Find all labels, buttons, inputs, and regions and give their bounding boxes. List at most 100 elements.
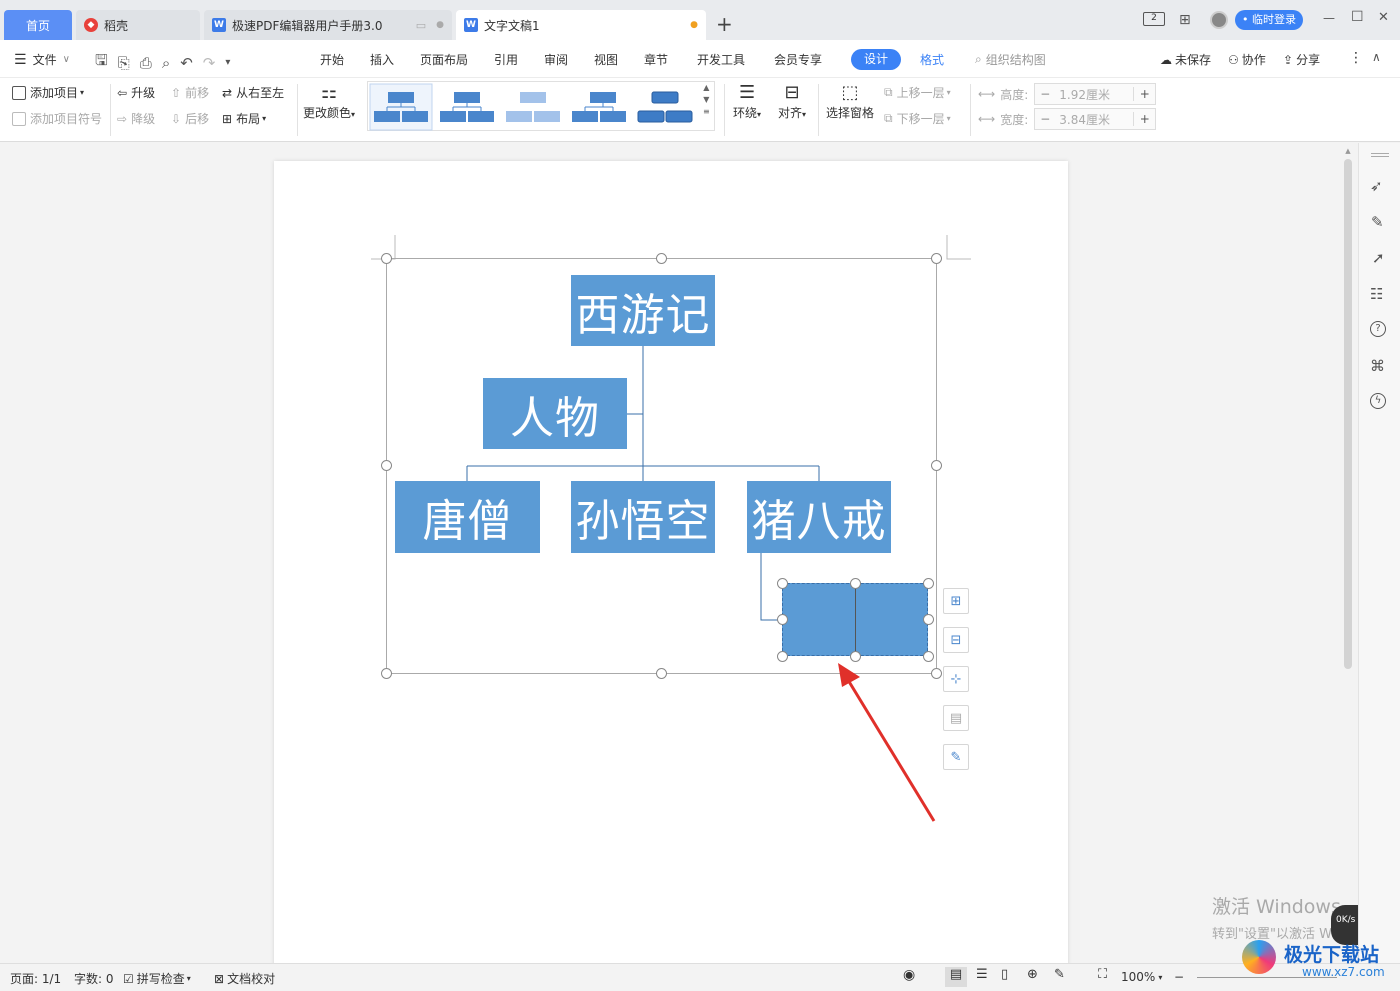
spell-check-button[interactable]: ☑ 拼写检查 ▾ <box>123 970 191 987</box>
org-node-child-1[interactable]: 唐僧 <box>395 481 540 553</box>
org-node-assistant[interactable]: 人物 <box>483 378 627 449</box>
print-preview-icon[interactable]: ⌕ <box>162 54 170 72</box>
width-stepper[interactable]: − 3.84厘米 + <box>1034 108 1157 130</box>
grid-apps-icon[interactable]: ⊞ <box>1179 12 1191 28</box>
node-resize-handle[interactable] <box>923 614 934 625</box>
resize-handle[interactable] <box>381 460 392 471</box>
node-resize-handle[interactable] <box>923 651 934 662</box>
collapse-ribbon-icon[interactable]: ∧ <box>1372 50 1381 64</box>
menu-view[interactable]: 视图 <box>594 51 618 68</box>
tab-home[interactable]: 首页 <box>4 10 72 40</box>
add-item-symbol-button[interactable]: 添加项目符号 <box>12 110 102 127</box>
page-indicator[interactable]: 页面: 1/1 <box>10 970 61 987</box>
menu-reference[interactable]: 引用 <box>494 51 518 68</box>
resize-handle[interactable] <box>931 668 942 679</box>
add-node-tool[interactable]: ⊞ <box>943 588 969 614</box>
share-button[interactable]: ⇪ 分享 <box>1283 51 1320 68</box>
send-backward-button[interactable]: ⧉ 下移一层 ▾ <box>884 110 951 127</box>
plus-icon[interactable]: + <box>1133 87 1155 101</box>
tab-wps[interactable]: ◆ 稻壳 <box>76 10 200 40</box>
wrap-button[interactable]: ☰ 环绕▾ <box>733 82 761 121</box>
sliders-icon[interactable]: ☷ <box>1370 285 1383 303</box>
vertical-scrollbar[interactable]: ▲ <box>1342 147 1354 895</box>
export-pdf-icon[interactable]: ⎘ <box>118 54 130 72</box>
bring-forward-button[interactable]: ⧉ 上移一层 ▾ <box>884 84 951 101</box>
zoom-out-button[interactable]: − <box>1174 970 1184 984</box>
search-box[interactable]: ⌕ 组织结构图 <box>975 51 1046 68</box>
scrollbar-thumb[interactable] <box>1344 159 1352 669</box>
outline-view-icon[interactable]: ☰ <box>976 967 988 982</box>
minimize-button[interactable]: — <box>1323 11 1335 25</box>
fit-page-icon[interactable]: ⛶ <box>1098 967 1107 982</box>
node-resize-handle[interactable] <box>777 578 788 589</box>
menu-chapter[interactable]: 章节 <box>644 51 668 68</box>
node-resize-handle[interactable] <box>923 578 934 589</box>
zoom-level-select[interactable]: 100% ▾ <box>1121 970 1162 984</box>
collaborate-button[interactable]: ⚇ 协作 <box>1228 51 1266 68</box>
reading-mode-icon[interactable]: 2 <box>1143 12 1165 26</box>
layout-button[interactable]: ⊞ 布局 ▾ <box>222 110 266 127</box>
demote-button[interactable]: ⇨ 降级 <box>117 110 155 127</box>
add-item-button[interactable]: 添加项目 ▾ <box>12 84 84 101</box>
lightning-icon[interactable]: ϟ <box>1370 393 1386 409</box>
org-node-new-selected[interactable] <box>782 583 928 657</box>
gallery-scroll[interactable]: ▲ ▼ ≡ <box>703 82 710 118</box>
align-button[interactable]: ⊟ 对齐▾ <box>778 82 806 121</box>
file-menu[interactable]: ☰ 文件 ∨ <box>14 51 70 68</box>
menu-review[interactable]: 审阅 <box>544 51 568 68</box>
scroll-up-icon[interactable]: ▲ <box>1342 147 1354 155</box>
customize-icon[interactable]: ▾ <box>225 57 230 68</box>
tab-pdf-doc[interactable]: W 极速PDF编辑器用户手册3.0 ▭ ● <box>204 10 452 40</box>
undo-icon[interactable]: ↶ <box>180 54 193 72</box>
resize-handle[interactable] <box>931 253 942 264</box>
width-input[interactable]: 3.84厘米 <box>1055 111 1133 128</box>
node-resize-handle[interactable] <box>850 651 861 662</box>
unsaved-button[interactable]: ☁ 未保存 <box>1160 51 1211 68</box>
menu-member[interactable]: 会员专享 <box>774 51 822 68</box>
eye-protection-icon[interactable]: ◉ <box>903 967 915 983</box>
comment-tool[interactable]: ▤ <box>943 705 969 731</box>
tab-design[interactable]: 设计 <box>851 49 901 70</box>
document-page[interactable]: 西游记 人物 唐僧 孙悟空 猪八戒 ⊞ ⊟ ⊹ ▤ ✎ <box>274 161 1068 981</box>
menu-developer[interactable]: 开发工具 <box>697 51 745 68</box>
word-count[interactable]: 字数: 0 <box>74 970 114 987</box>
plus-icon[interactable]: + <box>1133 112 1155 126</box>
pen-icon[interactable]: ✎ <box>1371 213 1384 231</box>
page-view-icon[interactable]: ▤ <box>945 967 967 987</box>
new-tab-button[interactable]: + <box>716 12 733 36</box>
resize-handle[interactable] <box>931 460 942 471</box>
minus-icon[interactable]: − <box>1035 112 1055 126</box>
print-icon[interactable]: ⎙ <box>140 54 152 72</box>
doc-proof-button[interactable]: ⊠ 文档校对 <box>214 970 275 987</box>
height-input[interactable]: 1.92厘米 <box>1055 86 1133 103</box>
right-to-left-button[interactable]: ⇄ 从右至左 <box>222 84 284 101</box>
redo-icon[interactable]: ↷ <box>203 54 216 72</box>
resize-handle[interactable] <box>656 253 667 264</box>
write-view-icon[interactable]: ✎ <box>1054 967 1065 982</box>
org-node-child-2[interactable]: 孙悟空 <box>571 481 715 553</box>
node-resize-handle[interactable] <box>777 614 788 625</box>
resize-handle[interactable] <box>381 668 392 679</box>
org-node-child-3[interactable]: 猪八戒 <box>747 481 891 553</box>
cursor-icon[interactable]: ➚ <box>1372 249 1385 267</box>
rocket-icon[interactable]: ➶ <box>1370 177 1383 195</box>
resize-handle[interactable] <box>656 668 667 679</box>
node-resize-handle[interactable] <box>777 651 788 662</box>
menu-page-layout[interactable]: 页面布局 <box>420 51 468 68</box>
node-resize-handle[interactable] <box>850 578 861 589</box>
help-icon[interactable]: ? <box>1370 321 1386 337</box>
tab-format[interactable]: 格式 <box>920 51 944 68</box>
save-icon[interactable]: 🖫 <box>95 50 108 75</box>
close-window-button[interactable]: ✕ <box>1378 10 1389 25</box>
menu-start[interactable]: 开始 <box>320 51 344 68</box>
more-icon[interactable]: ⋮ <box>1349 50 1363 66</box>
resize-handle[interactable] <box>381 253 392 264</box>
translate-icon[interactable]: ⌘ <box>1370 357 1385 375</box>
move-forward-button[interactable]: ⇧ 前移 <box>171 84 209 101</box>
login-button[interactable]: • 临时登录 <box>1235 10 1303 30</box>
selection-pane-button[interactable]: ⬚ 选择窗格 <box>826 82 874 121</box>
promote-button[interactable]: ⇦ 升级 <box>117 84 155 101</box>
change-color-button[interactable]: ⚏ 更改颜色▾ <box>303 82 355 121</box>
format-painter-tool[interactable]: ✎ <box>943 744 969 770</box>
avatar[interactable] <box>1210 11 1228 29</box>
